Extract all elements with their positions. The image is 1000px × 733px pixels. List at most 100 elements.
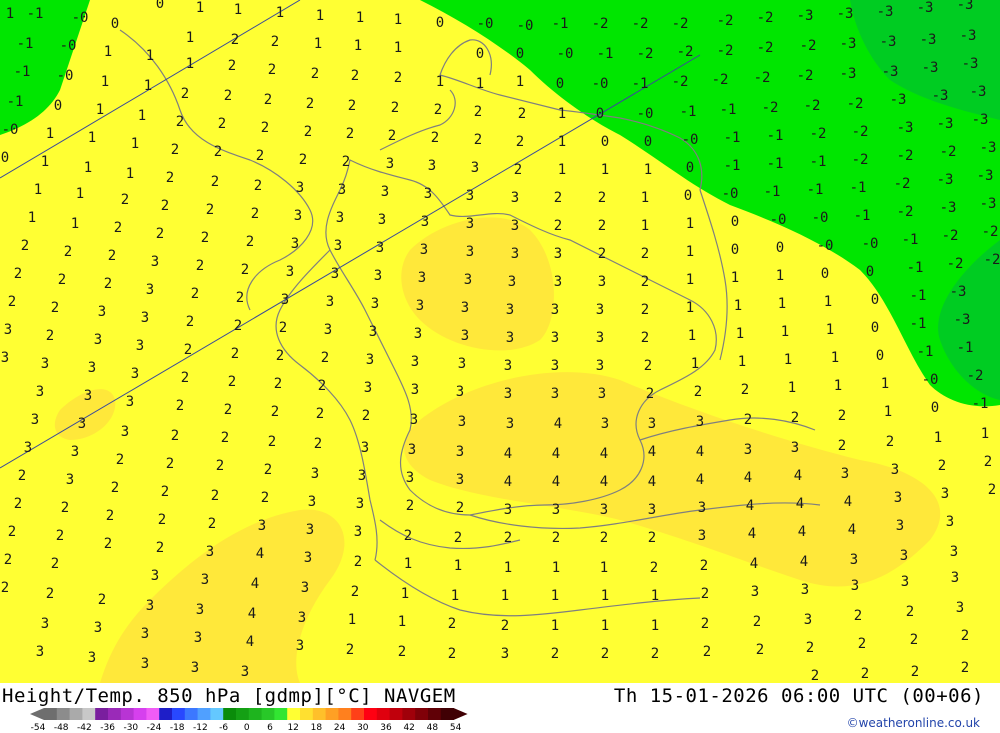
- temp-label: 2: [214, 144, 222, 160]
- legend-swatch: [428, 708, 442, 720]
- temp-label: 3: [951, 570, 959, 586]
- temp-label: -1: [907, 260, 924, 276]
- temp-label: 2: [181, 370, 189, 386]
- temp-label: 3: [201, 572, 209, 588]
- temp-label: 2: [404, 528, 412, 544]
- temp-label: 2: [46, 328, 54, 344]
- temp-label: 0: [731, 242, 739, 258]
- temp-label: 3: [506, 416, 514, 432]
- temp-label: 1: [454, 558, 462, 574]
- temp-label: 2: [701, 616, 709, 632]
- temp-label: 2: [516, 134, 524, 150]
- temp-label: 2: [552, 530, 560, 546]
- legend-swatch: [56, 708, 70, 720]
- temp-label: -2: [712, 72, 729, 88]
- temp-label: 1: [558, 162, 566, 178]
- temp-label: 3: [286, 264, 294, 280]
- temp-label: 1: [76, 186, 84, 202]
- temp-label: 1: [736, 326, 744, 342]
- temp-label: 3: [141, 656, 149, 672]
- temp-label: 2: [161, 198, 169, 214]
- temp-label: 3: [841, 466, 849, 482]
- temp-label: -3: [840, 66, 857, 82]
- legend-swatch: [415, 708, 429, 720]
- temp-label: 0: [556, 76, 564, 92]
- temp-label: 3: [600, 502, 608, 518]
- temp-label: 4: [552, 474, 560, 490]
- temp-label: 2: [346, 642, 354, 658]
- temp-label: 3: [291, 236, 299, 252]
- credit-link[interactable]: ©weatheronline.co.uk: [847, 716, 980, 730]
- valid-time: Th 15-01-2026 06:00 UTC (00+06): [613, 685, 984, 707]
- legend-swatch: [95, 708, 109, 720]
- temp-label: 2: [299, 152, 307, 168]
- temp-label: 3: [326, 294, 334, 310]
- temp-label: 3: [281, 292, 289, 308]
- temp-label: 1: [126, 166, 134, 182]
- temp-label: 3: [511, 246, 519, 262]
- legend-swatch: [376, 708, 390, 720]
- temp-label: -2: [717, 13, 734, 29]
- temp-label: 1: [104, 44, 112, 60]
- legend-swatch: [338, 708, 352, 720]
- temp-label: 0: [1, 150, 9, 166]
- temp-label: 2: [231, 346, 239, 362]
- temp-label: -3: [932, 88, 949, 104]
- temp-label: 2: [211, 174, 219, 190]
- temp-label: 2: [351, 68, 359, 84]
- temp-label: -2: [797, 68, 814, 84]
- temp-label: 1: [96, 102, 104, 118]
- temp-label: 2: [703, 644, 711, 660]
- temp-label: 2: [910, 632, 918, 648]
- temp-label: 1: [788, 380, 796, 396]
- temp-label: 2: [8, 524, 16, 540]
- temp-label: 1: [600, 560, 608, 576]
- temp-label: -3: [920, 32, 937, 48]
- legend-tick-label: 42: [403, 723, 415, 733]
- temp-label: 3: [554, 274, 562, 290]
- temp-label: 1: [551, 618, 559, 634]
- temp-label: 3: [308, 494, 316, 510]
- temp-label: 1: [476, 76, 484, 92]
- temp-label: 3: [891, 462, 899, 478]
- temp-label: 3: [598, 274, 606, 290]
- temp-label: 1: [146, 48, 154, 64]
- temp-label: 2: [701, 586, 709, 602]
- temp-label: 2: [474, 132, 482, 148]
- legend-tick-label: -12: [193, 723, 208, 733]
- temp-label: 2: [886, 434, 894, 450]
- legend-swatch: [44, 708, 58, 720]
- temp-label: 2: [156, 540, 164, 556]
- temp-label: 3: [196, 602, 204, 618]
- temp-label: 3: [301, 580, 309, 596]
- temp-label: 1: [686, 244, 694, 260]
- temp-label: 3: [94, 332, 102, 348]
- temp-label: 3: [206, 544, 214, 560]
- temp-label: -0: [637, 106, 654, 122]
- temp-label: 3: [464, 272, 472, 288]
- legend-swatch: [325, 708, 339, 720]
- temp-label: -2: [762, 100, 779, 116]
- temp-label: -3: [897, 120, 914, 136]
- temp-label: 2: [116, 452, 124, 468]
- temp-label: 3: [791, 440, 799, 456]
- temp-label: 3: [850, 552, 858, 568]
- temp-label: 3: [411, 382, 419, 398]
- temp-label: 2: [268, 62, 276, 78]
- temp-label: 2: [206, 202, 214, 218]
- temp-label: 2: [51, 556, 59, 572]
- temp-label: 2: [21, 238, 29, 254]
- temp-label: 1: [516, 74, 524, 90]
- legend-swatch: [159, 708, 173, 720]
- temp-label: 2: [551, 646, 559, 662]
- legend-arrow-left: [30, 708, 44, 720]
- temp-label: 3: [136, 338, 144, 354]
- temp-label: -1: [632, 76, 649, 92]
- temp-label: 2: [641, 246, 649, 262]
- temp-label: 2: [234, 318, 242, 334]
- temp-label: 4: [648, 474, 656, 490]
- temp-label: 0: [931, 400, 939, 416]
- temp-label: 3: [551, 358, 559, 374]
- temp-label: 3: [554, 246, 562, 262]
- temp-label: 3: [354, 524, 362, 540]
